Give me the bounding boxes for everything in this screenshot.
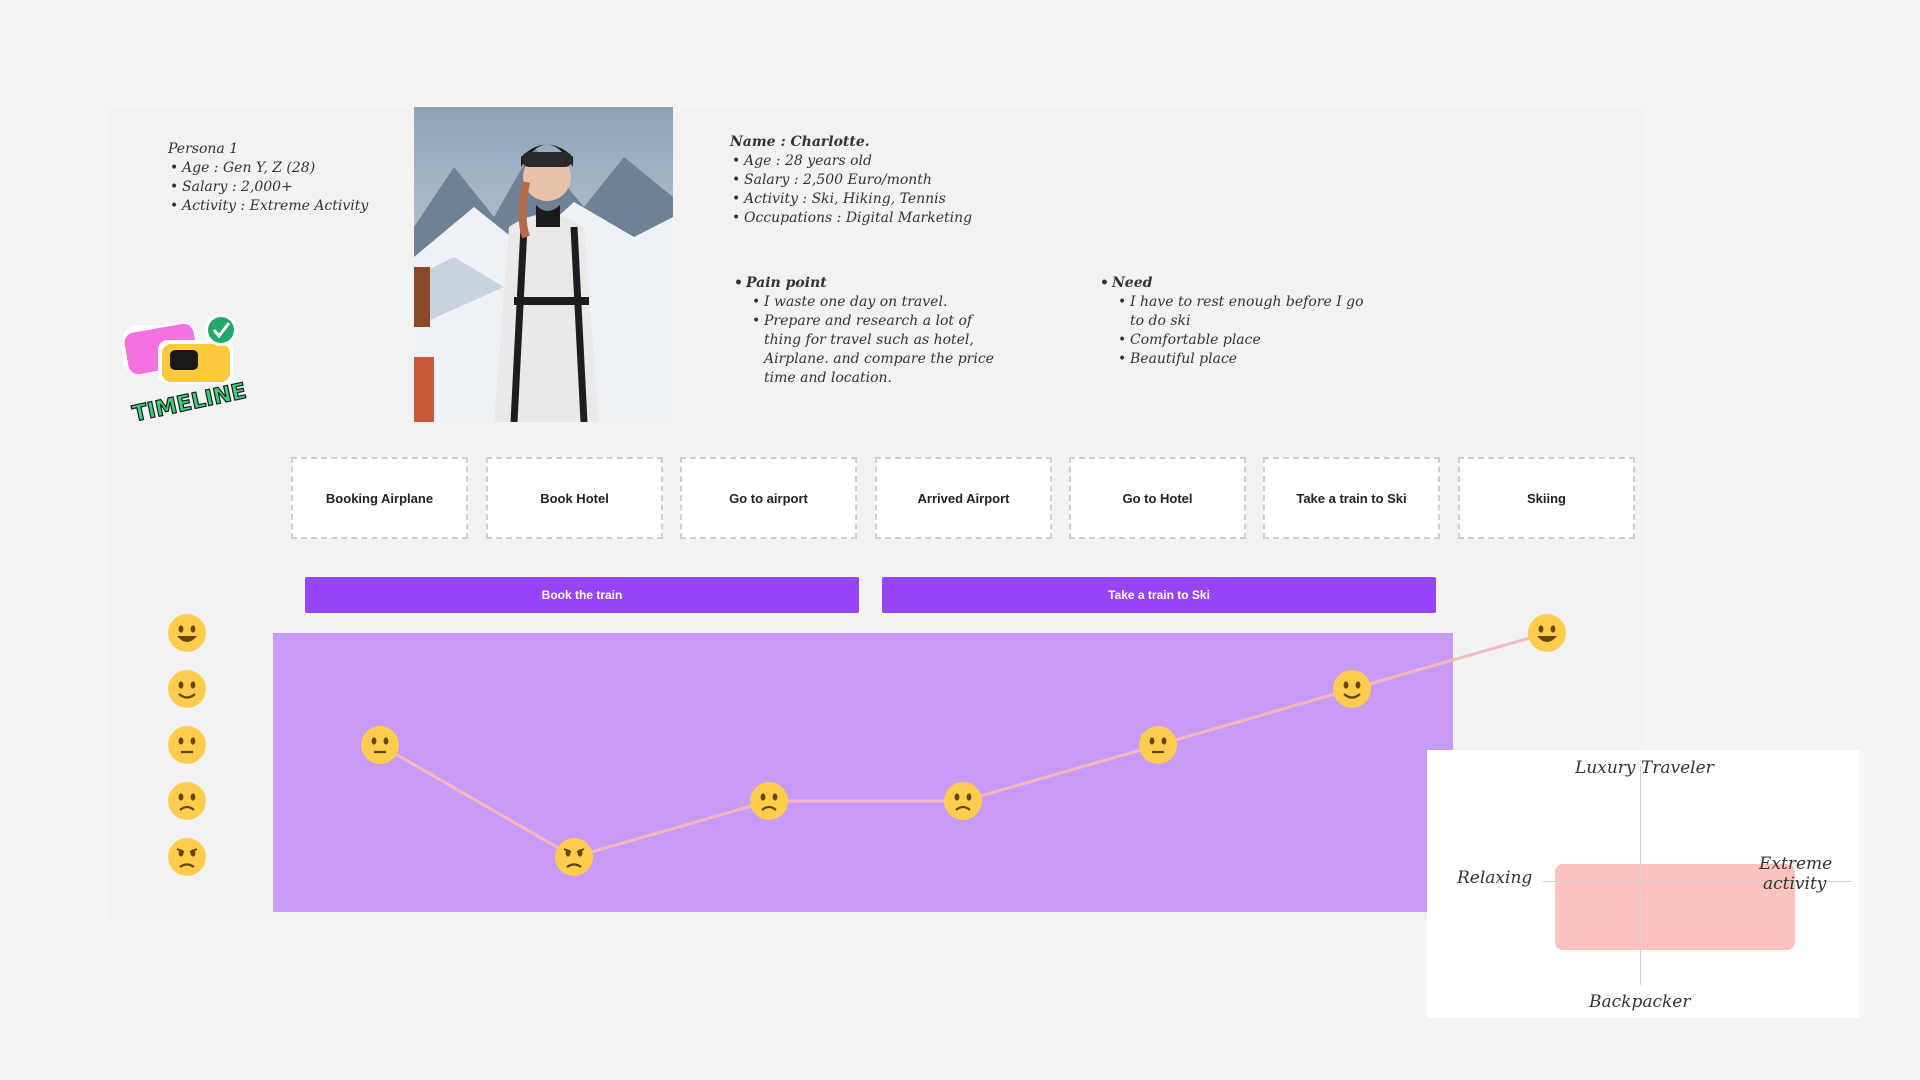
angry-face-icon bbox=[555, 838, 593, 876]
sad-face-icon bbox=[944, 782, 982, 820]
quadrant-right-label-line: Extreme bbox=[1759, 854, 1833, 874]
very-happy-face-icon bbox=[1528, 614, 1566, 652]
quadrant-vertical-axis bbox=[1640, 765, 1641, 985]
quadrant-right-label-line: activity bbox=[1763, 874, 1827, 894]
quadrant-left-label: Relaxing bbox=[1457, 868, 1533, 888]
happy-face-icon bbox=[1333, 670, 1371, 708]
neutral-face-icon bbox=[1139, 726, 1177, 764]
quadrant-right-label: Extreme activity bbox=[1759, 854, 1832, 894]
quadrant-bottom-label: Backpacker bbox=[1589, 992, 1691, 1012]
sad-face-icon bbox=[750, 782, 788, 820]
neutral-face-icon bbox=[361, 726, 399, 764]
quadrant-top-label: Luxury Traveler bbox=[1575, 758, 1714, 778]
persona-quadrant: Luxury Traveler Backpacker Relaxing Extr… bbox=[1427, 750, 1859, 1018]
